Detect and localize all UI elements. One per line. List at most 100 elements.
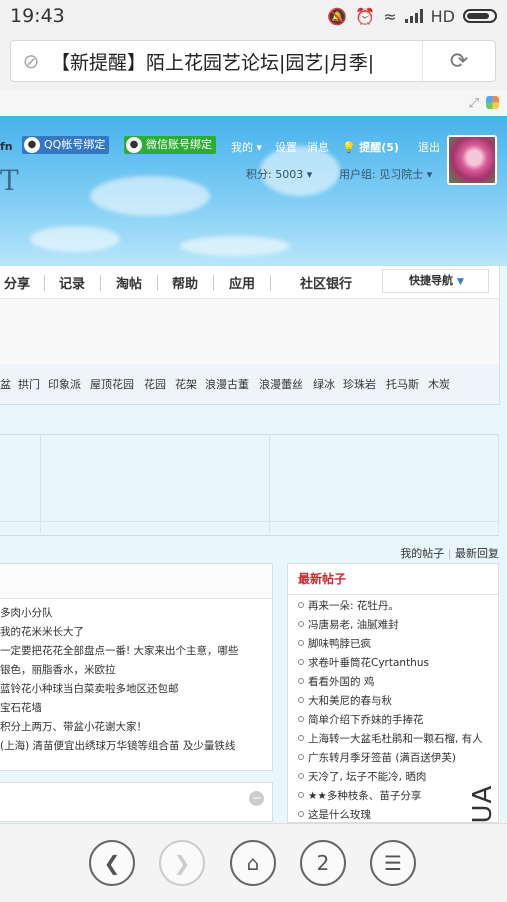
battery-icon <box>463 9 497 23</box>
my-menu-link[interactable]: 我的 ▾ <box>231 139 262 155</box>
tag-link[interactable]: 浪漫蕾丝 <box>259 376 303 392</box>
list-item[interactable]: 再来一朵: 花牡丹。 <box>288 598 498 617</box>
tag-link[interactable]: 木炭 <box>428 376 450 392</box>
network-type: HD <box>430 6 455 26</box>
tag-link[interactable]: 花架 <box>175 376 197 392</box>
post-list: 多肉小分队 我的花米米长大了 一定要把花花全部盘点一番! 大家来出个主意，哪些 … <box>0 599 272 757</box>
wechat-bind-button[interactable]: ● 微信账号绑定 <box>124 136 216 154</box>
chevron-left-icon: ❮ <box>103 851 121 875</box>
latest-posts-list: 再来一朵: 花牡丹。 冯唐易老, 油腻难封 脚味鸭脖已疯 求卷叶垂筒花Cyrta… <box>288 595 498 826</box>
list-item[interactable]: 上海转一大盆毛杜鹃和一颗石榴, 有人 <box>288 731 498 750</box>
fn-label: fn <box>0 140 13 153</box>
browser-toolbar: ⊘ 【新提醒】陌上花园艺论坛|园艺|月季| ⟳ <box>0 32 507 90</box>
my-posts-link[interactable]: 我的帖子 <box>400 547 444 560</box>
browser-bottom-bar: ❮ ❯ ⌂ 2 ☰ <box>0 823 507 902</box>
nav-item-bank[interactable]: 社区银行 <box>300 273 352 292</box>
menu-button[interactable]: ☰ <box>370 840 416 886</box>
reload-icon[interactable]: ⟳ <box>422 41 495 81</box>
bullet-icon <box>298 678 304 684</box>
quick-nav-button[interactable]: 快捷导航 ▼ <box>382 269 489 293</box>
tag-link[interactable]: 托马斯 <box>386 376 419 392</box>
cloud-decoration <box>30 226 120 252</box>
nav-divider <box>213 275 214 291</box>
stats-grid <box>0 434 499 536</box>
list-item[interactable]: 我的花米米长大了 <box>0 624 272 643</box>
tag-link[interactable]: 盆 <box>0 376 11 392</box>
list-item[interactable]: 冯唐易老, 油腻难封 <box>288 617 498 636</box>
nav-divider <box>44 275 45 291</box>
tag-link[interactable]: 屋顶花园 <box>90 376 134 392</box>
wifi-icon: ≈ <box>383 6 397 26</box>
tag-link[interactable]: 花园 <box>144 376 166 392</box>
list-item[interactable]: ★★多种枝条、苗子分享 <box>288 788 498 807</box>
list-item[interactable]: 积分上两万、带盆小花谢大家！ <box>0 719 272 738</box>
site-logo[interactable]: T <box>0 164 19 197</box>
forward-button[interactable]: ❯ <box>159 840 205 886</box>
settings-link[interactable]: 设置 <box>275 139 297 155</box>
qq-icon: ● <box>24 137 40 153</box>
site-header: fn ● QQ帐号绑定 ● 微信账号绑定 我的 ▾ 设置 消息 💡 提醒(5) … <box>0 116 507 266</box>
list-item[interactable]: 银色，丽脂香水，米欧拉 <box>0 662 272 681</box>
back-button[interactable]: ❮ <box>89 840 135 886</box>
subnav-area <box>0 299 499 364</box>
list-item[interactable]: 看看外国的 鸡 <box>288 674 498 693</box>
nav-item-share[interactable]: 分享 <box>4 273 30 292</box>
address-bar[interactable]: ⊘ 【新提醒】陌上花园艺论坛|园艺|月季| ⟳ <box>10 40 496 82</box>
nav-item-taotie[interactable]: 淘帖 <box>116 273 142 292</box>
bullet-icon <box>298 811 304 817</box>
collapse-icon[interactable]: ⤢ <box>469 96 479 111</box>
list-item[interactable]: 求卷叶垂筒花Cyrtanthus <box>288 655 498 674</box>
quick-links: 我的帖子 | 最新回复 <box>400 547 499 560</box>
usergroup-info[interactable]: 用户组: 见习院士 ▾ <box>339 166 432 182</box>
chevron-right-icon: ❯ <box>173 851 191 875</box>
page-toolstrip: ⤢ <box>0 90 507 117</box>
tag-link[interactable]: 绿冰 <box>313 376 335 392</box>
logout-link[interactable]: 退出 <box>418 139 440 155</box>
nav-item-apps[interactable]: 应用 <box>229 273 255 292</box>
list-item[interactable]: (上海) 清苗便宜出绣球万华镜等组合苗 及少量铁线 <box>0 738 272 757</box>
nav-item-records[interactable]: 记录 <box>59 273 85 292</box>
home-button[interactable]: ⌂ <box>230 840 276 886</box>
list-item[interactable]: 蓝铃花小种球当白菜卖啦多地区还包邮 <box>0 681 272 700</box>
nav-item-help[interactable]: 帮助 <box>172 273 198 292</box>
list-item[interactable]: 大和美尼的春与秋 <box>288 693 498 712</box>
bullet-icon <box>298 716 304 722</box>
tag-link[interactable]: 印象派 <box>48 376 81 392</box>
list-item[interactable]: 脚味鸭脖已疯 <box>288 636 498 655</box>
tag-link[interactable]: 拱门 <box>18 376 40 392</box>
cloud-decoration <box>90 176 210 216</box>
signal-icon <box>404 9 423 23</box>
bullet-icon <box>298 697 304 703</box>
nav-bar: 分享 记录 淘帖 帮助 应用 社区银行 快捷导航 ▼ <box>0 266 499 299</box>
bullet-icon <box>298 602 304 608</box>
collapse-minus-icon[interactable]: − <box>249 791 264 806</box>
latest-replies-link[interactable]: 最新回复 <box>455 547 499 560</box>
list-item[interactable]: 天冷了, 坛子不能冷, 晒肉 <box>288 769 498 788</box>
list-item[interactable]: 广东转月季牙签苗 (满百送伊芙) <box>288 750 498 769</box>
list-item[interactable]: 宝石花墙 <box>0 700 272 719</box>
list-item[interactable]: 一定要把花花全部盘点一番! 大家来出个主意，哪些 <box>0 643 272 662</box>
chevron-down-icon: ▼ <box>457 277 464 287</box>
remind-link[interactable]: 💡 提醒(5) <box>342 139 399 155</box>
tag-link[interactable]: 珍珠岩 <box>343 376 376 392</box>
list-item[interactable]: 多肉小分队 <box>0 605 272 624</box>
points-info[interactable]: 积分: 5003 ▾ <box>246 166 312 182</box>
avatar[interactable] <box>447 135 497 185</box>
url-text[interactable]: 【新提醒】陌上花园艺论坛|园艺|月季| <box>51 48 422 75</box>
panel-header <box>0 564 272 599</box>
wechat-icon: ● <box>126 137 142 153</box>
messages-link[interactable]: 消息 <box>307 139 329 155</box>
no-security-icon: ⊘ <box>22 49 40 73</box>
tabs-button[interactable]: 2 <box>300 840 346 886</box>
grid-divider <box>0 521 499 522</box>
nav-divider <box>157 275 158 291</box>
nav-divider <box>100 275 101 291</box>
menu-icon: ☰ <box>384 851 402 875</box>
list-item[interactable]: 简单介绍下乔妹的手捧花 <box>288 712 498 731</box>
alarm-icon: ⏰ <box>355 6 376 26</box>
bulb-icon: 💡 <box>342 141 356 154</box>
qq-bind-button[interactable]: ● QQ帐号绑定 <box>22 136 110 154</box>
clock: 19:43 <box>10 5 65 27</box>
app-icon[interactable] <box>486 96 499 109</box>
tag-link[interactable]: 浪漫古董 <box>205 376 249 392</box>
